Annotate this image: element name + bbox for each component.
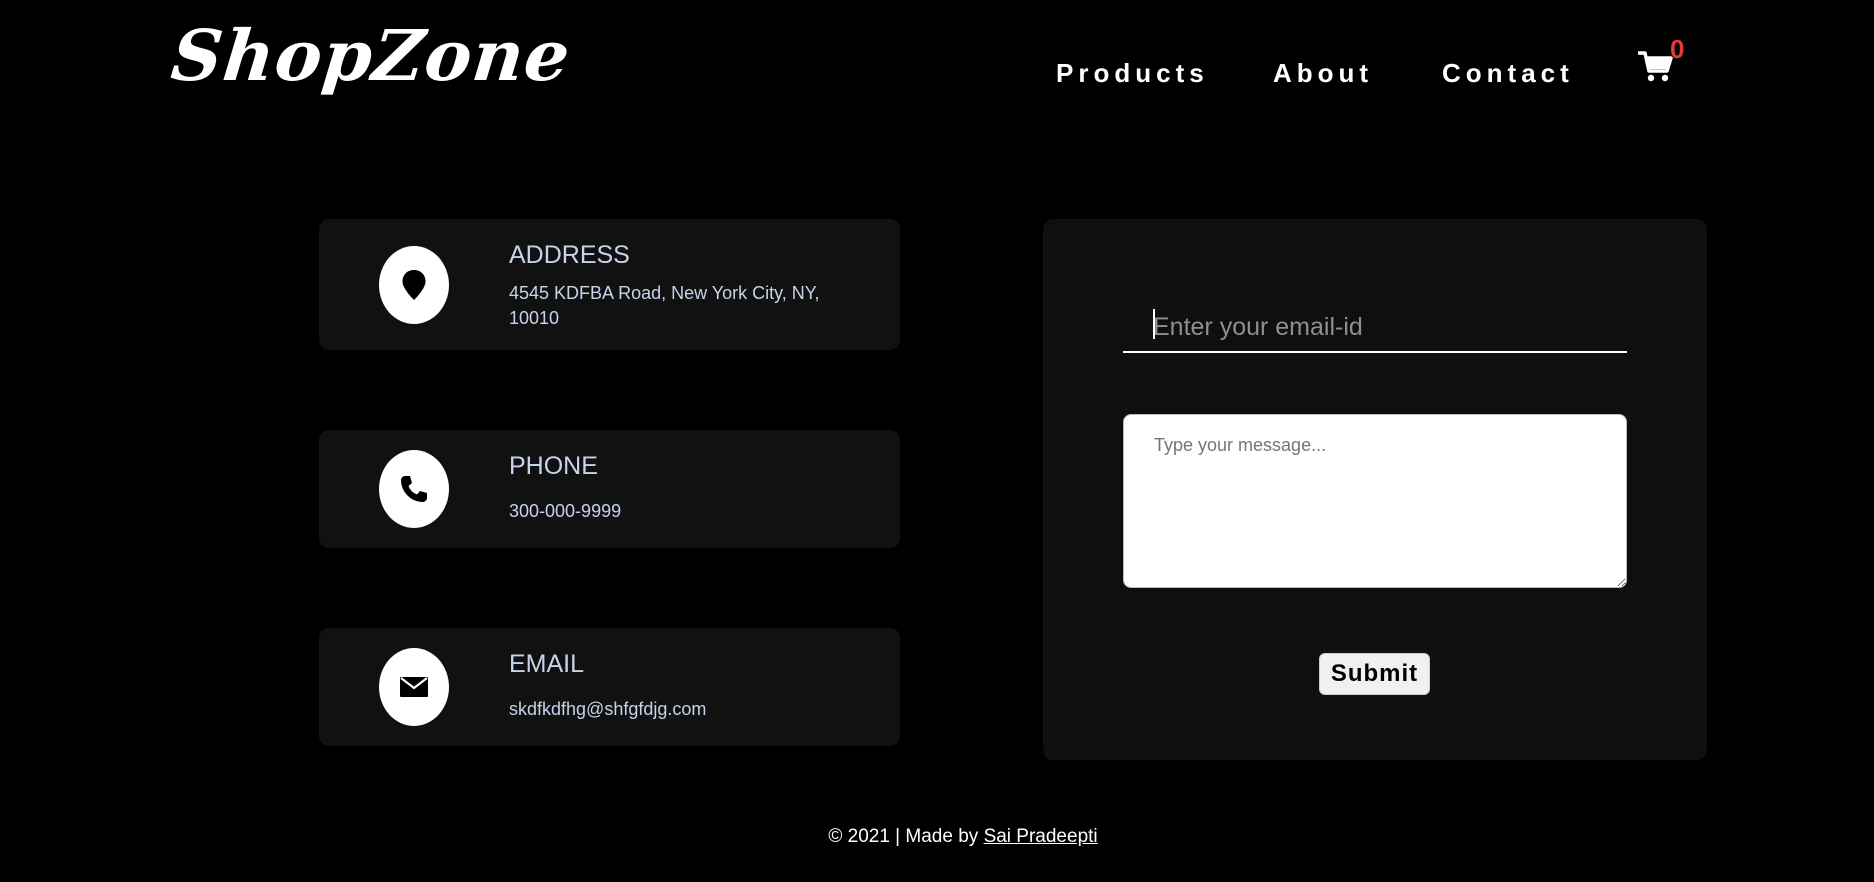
- message-textarea[interactable]: [1123, 414, 1627, 588]
- logo[interactable]: ShopZone: [168, 14, 575, 97]
- footer: © 2021 | Made by Sai Pradeepti: [0, 826, 1874, 848]
- cart-icon-graphic: [1637, 51, 1673, 82]
- address-title: ADDRESS: [509, 241, 630, 269]
- phone-icon: [379, 450, 449, 528]
- map-pin-icon: [379, 246, 449, 324]
- text-caret: [1153, 309, 1155, 339]
- email-card: EMAIL skdfkdfhg@shfgfdjg.com: [319, 628, 900, 746]
- email-text: skdfkdfhg@shfgfdjg.com: [509, 699, 707, 719]
- phone-title: PHONE: [509, 452, 598, 480]
- address-card: ADDRESS 4545 KDFBA Road, New York City, …: [319, 219, 900, 350]
- contact-form: Submit: [1043, 219, 1707, 760]
- submit-button[interactable]: Submit: [1319, 653, 1430, 695]
- phone-card: PHONE 300-000-9999: [319, 430, 900, 548]
- site-header: ShopZone Products About Contact 0: [0, 0, 1874, 150]
- phone-text: 300-000-9999: [509, 501, 622, 521]
- cart-count-badge: 0: [1670, 34, 1685, 64]
- footer-copyright: © 2021 | Made by: [828, 826, 984, 847]
- nav-link-contact[interactable]: Contact: [1442, 58, 1574, 89]
- address-text: 4545 KDFBA Road, New York City, NY, 1001…: [509, 283, 820, 328]
- nav-link-about[interactable]: About: [1273, 58, 1373, 89]
- nav-link-products[interactable]: Products: [1056, 58, 1209, 89]
- email-title: EMAIL: [509, 650, 585, 678]
- footer-author-link[interactable]: Sai Pradeepti: [984, 826, 1098, 847]
- envelope-icon: [379, 648, 449, 726]
- email-input[interactable]: [1123, 303, 1627, 353]
